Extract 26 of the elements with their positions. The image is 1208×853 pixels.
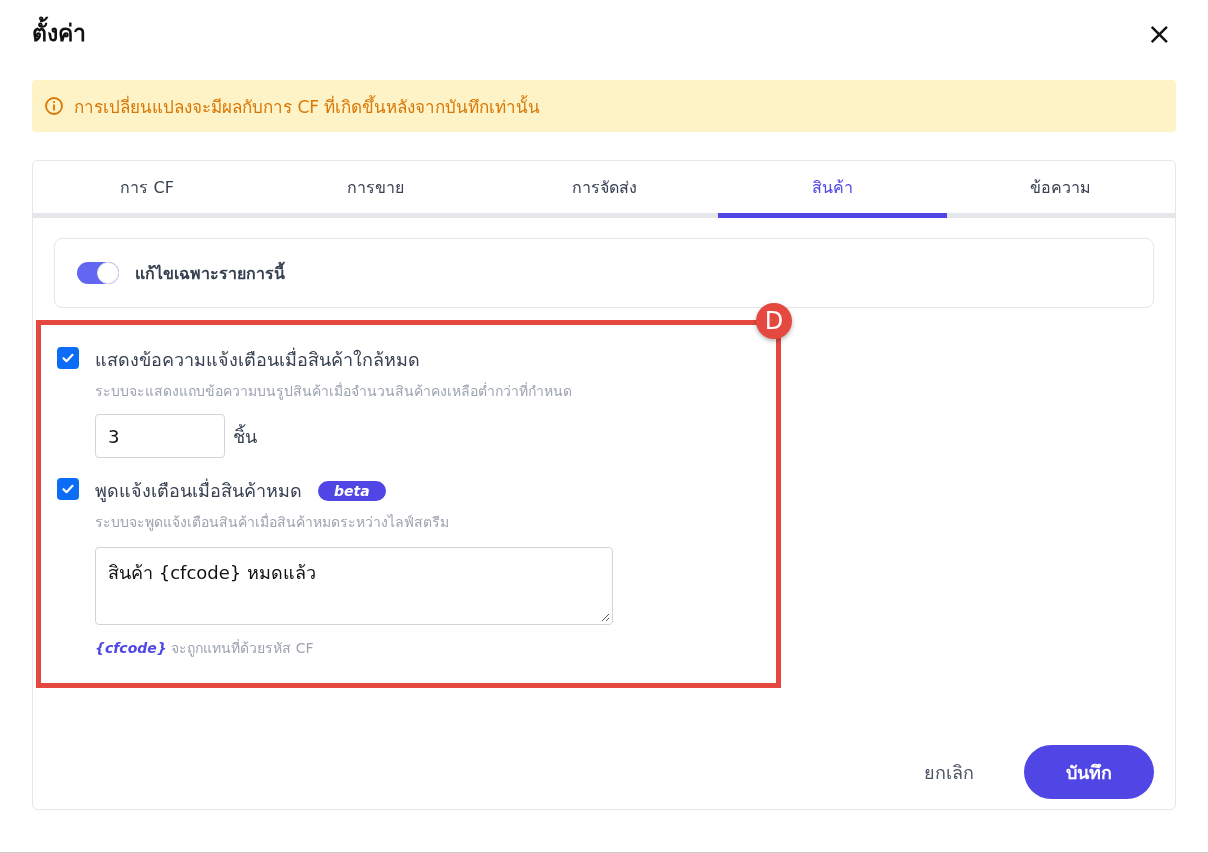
close-button[interactable]: × (1142, 15, 1176, 51)
annotation-badge: D (756, 303, 792, 339)
dialog-title: ตั้งค่า (32, 15, 86, 51)
tab[interactable]: การจัดส่ง (489, 161, 719, 218)
option-description: ระบบจะแสดงแถบข้อความบนรูปสินค้าเมื่อจำนวนสินค้าคงเหลือต่ำกว่าที่กำหนด (95, 381, 572, 402)
checkbox[interactable] (57, 347, 79, 369)
tab[interactable]: การขาย (261, 161, 490, 218)
quantity-field[interactable]: 3 (95, 414, 225, 458)
toggle-label: แก้ไขเฉพาะรายการนี้ (135, 260, 285, 285)
option-label: แสดงข้อความแจ้งเตือนเมื่อสินค้าใกล้หมด (95, 346, 420, 372)
save-button[interactable]: บันทึก (1024, 745, 1154, 799)
option-description: ระบบจะพูดแจ้งเตือนสินค้าเมื่อสินค้าหมดระหว่างไลฟ์สตรีม (95, 512, 449, 533)
tab[interactable]: ข้อความ (946, 161, 1176, 218)
notice-text: การเปลี่ยนแปลงจะมีผลกับการ CF ที่เกิดขึ้นหลังจากบันทึกเท่านั้น (74, 94, 541, 119)
message-field[interactable]: สินค้า {cfcode} หมดแล้ว (95, 547, 613, 625)
cancel-button[interactable]: ยกเลิก (918, 756, 980, 788)
option-label: พูดแจ้งเตือนเมื่อสินค้าหมด (95, 477, 302, 504)
checkbox[interactable] (57, 478, 79, 500)
tab[interactable]: การ CF (33, 161, 262, 218)
resize-grip-icon[interactable] (600, 612, 610, 622)
tab[interactable]: สินค้า (718, 161, 947, 218)
unit-label: ชิ้น (233, 423, 257, 449)
toggle-switch[interactable] (77, 262, 119, 284)
info-icon (44, 96, 64, 116)
hint-text: {cfcode} จะถูกแทนที่ด้วยรหัส CF (95, 638, 314, 659)
beta-badge: beta (318, 480, 386, 501)
